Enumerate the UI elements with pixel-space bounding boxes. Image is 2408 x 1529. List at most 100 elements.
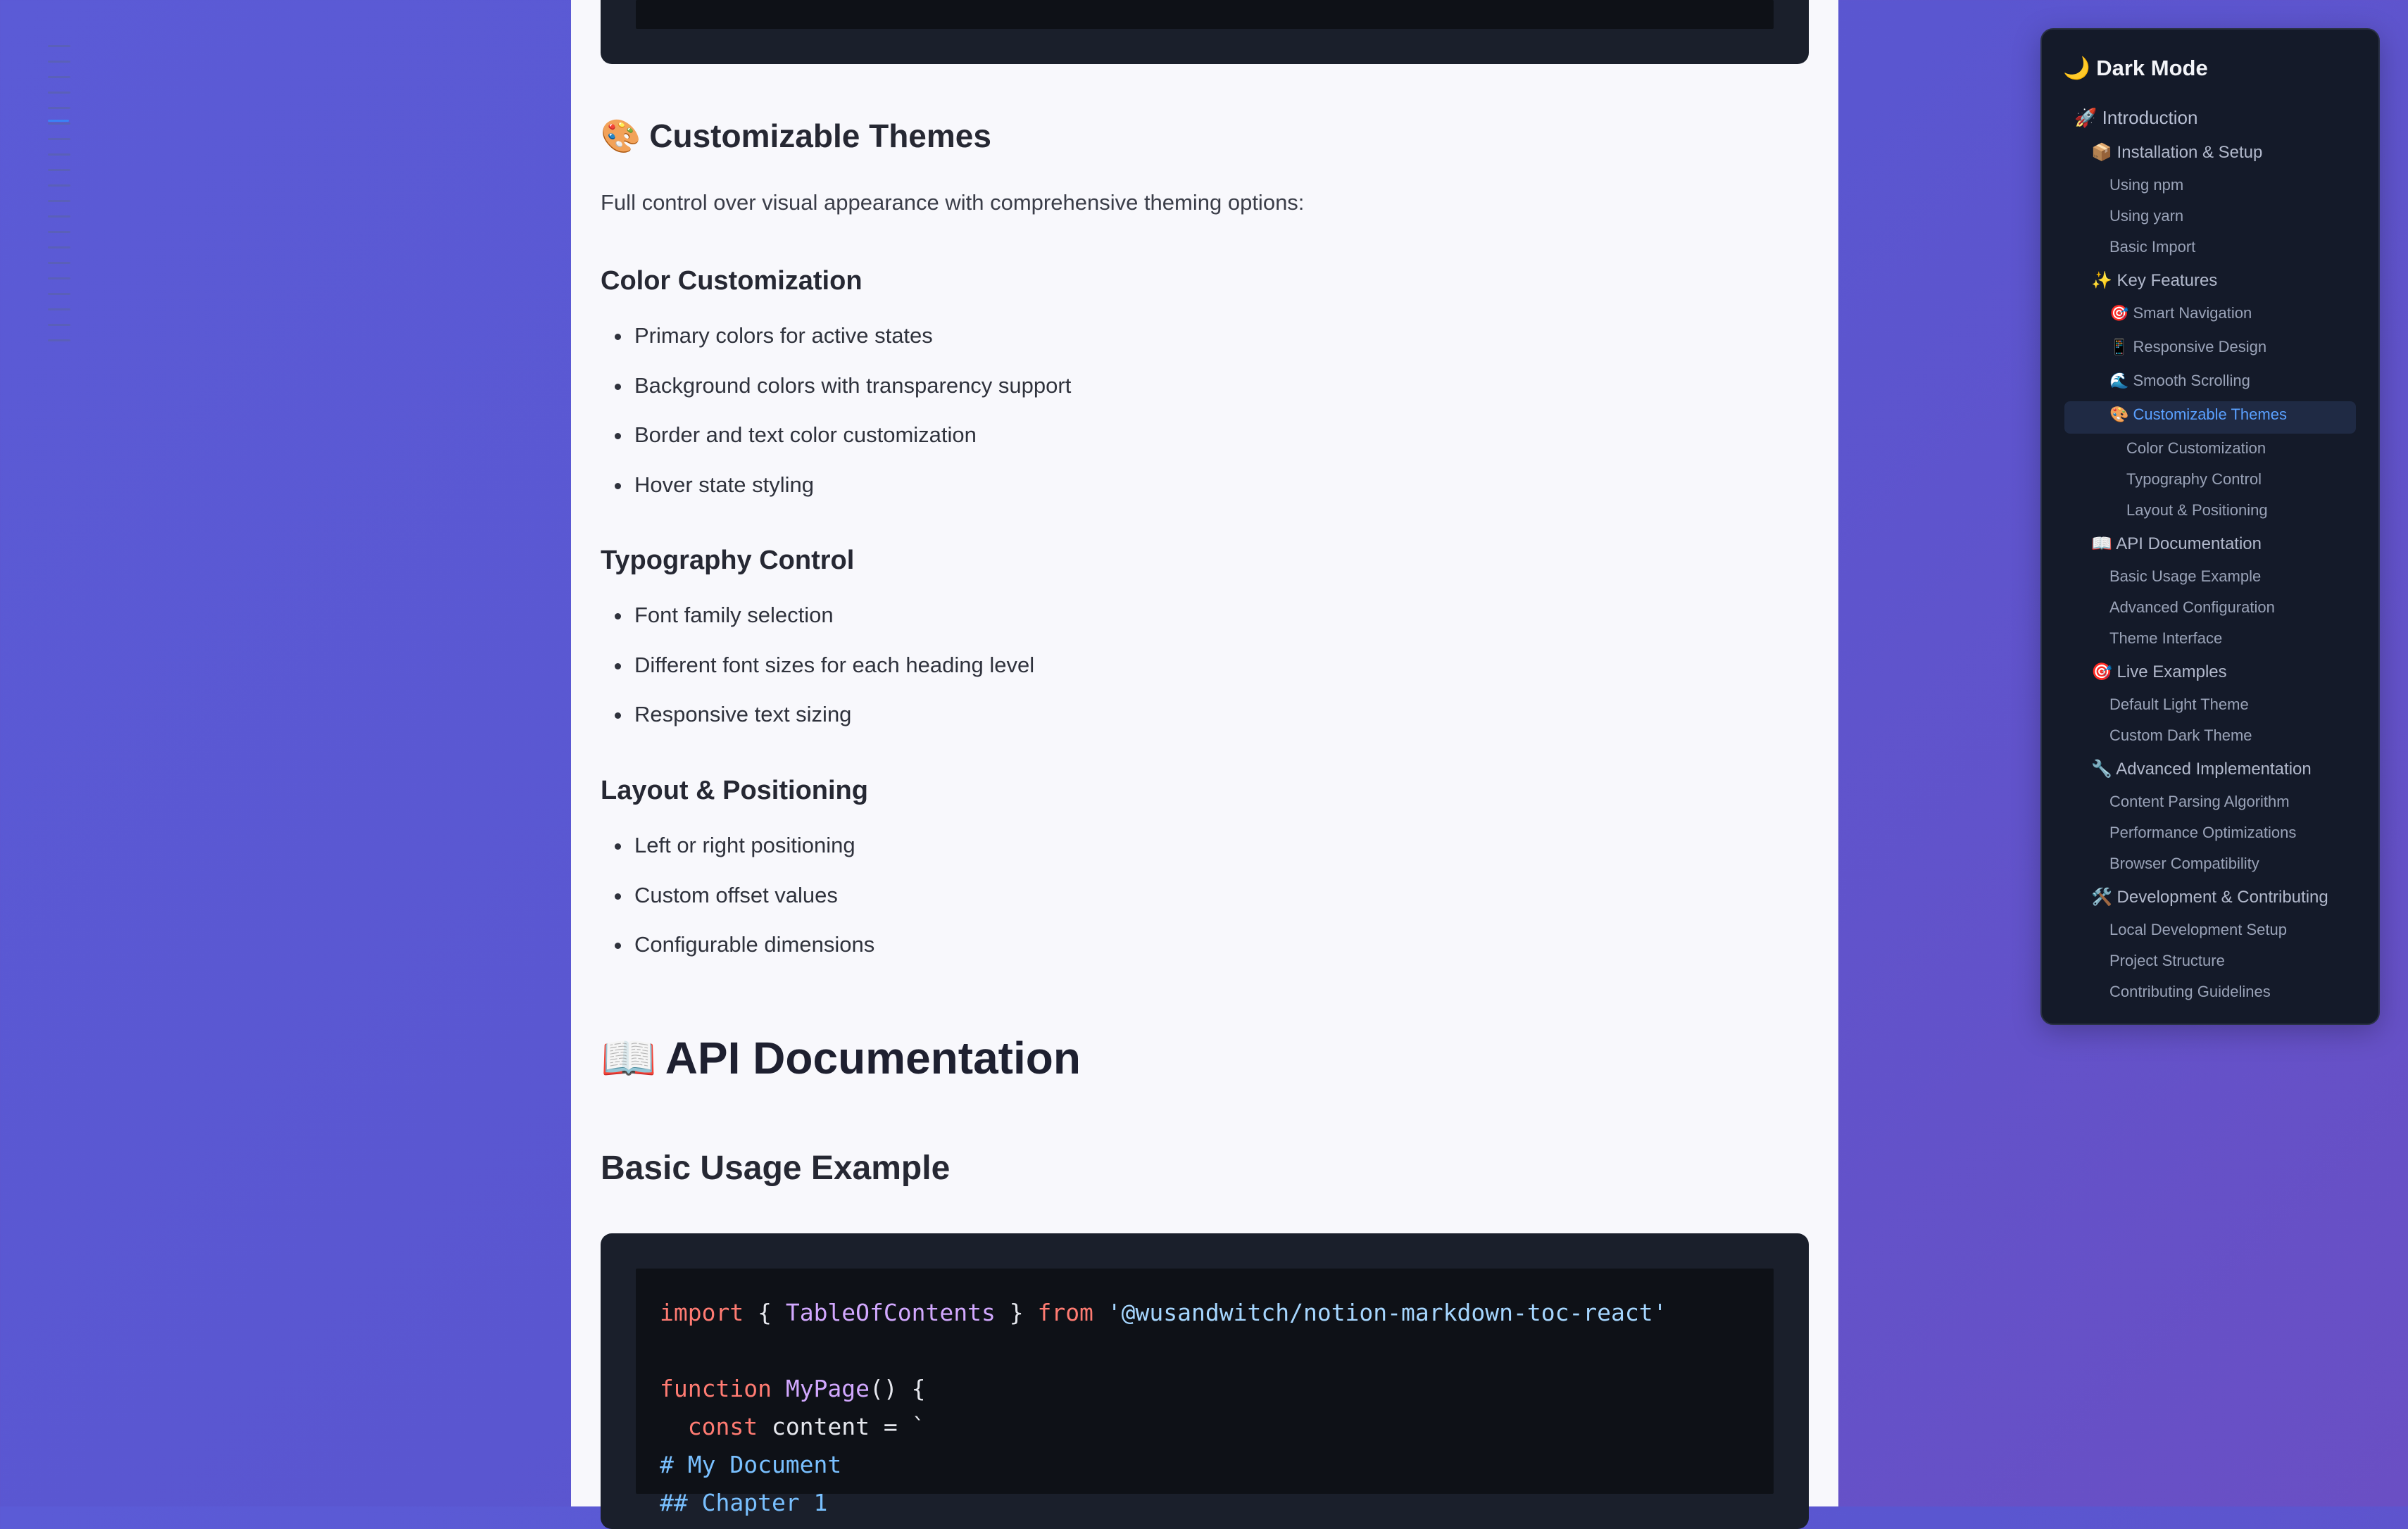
toc-item-basic-usage-example[interactable]: Basic Usage Example (2109, 567, 2261, 586)
toc-item-local-development[interactable]: Local Development Setup (2109, 921, 2287, 939)
heading-layout-positioning: Layout & Positioning (601, 776, 868, 805)
toc-title: 🌙 Dark Mode (2063, 55, 2208, 81)
code-block-basic-usage: import { TableOfContents } from '@wusand… (601, 1233, 1809, 1529)
code-token: TableOfContents (785, 1299, 996, 1326)
toc-item-project-structure[interactable]: Project Structure (2109, 952, 2225, 970)
code-token: import (660, 1299, 744, 1326)
code-block-inner (636, 0, 1774, 29)
toc-item-content-parsing[interactable]: Content Parsing Algorithm (2109, 793, 2290, 811)
palette-icon: 🎨 (601, 118, 641, 154)
minimap-tick[interactable] (48, 262, 70, 264)
code-token: } (995, 1299, 1038, 1326)
minimap-tick[interactable] (48, 76, 70, 78)
color-list: Primary colors for active states Backgro… (601, 322, 1071, 520)
code-line: ## Chapter 1 (660, 1489, 828, 1516)
heading-api-documentation: 📖 API Documentation (601, 1032, 1081, 1085)
toc-item-using-npm[interactable]: Using npm (2109, 176, 2183, 194)
list-item: Different font sizes for each heading le… (601, 651, 1034, 701)
minimap-tick[interactable] (48, 61, 70, 63)
code-token: MyPage (771, 1375, 870, 1402)
minimap-tick[interactable] (48, 324, 70, 326)
toc-item-api-documentation[interactable]: 📖 API Documentation (2091, 534, 2262, 554)
layout-list: Left or right positioning Custom offset … (601, 831, 874, 981)
typography-list: Font family selection Different font siz… (601, 601, 1034, 750)
toc-panel: 🌙 Dark Mode 🚀 Introduction 📦 Installatio… (2040, 28, 2380, 1025)
toc-item-advanced-configuration[interactable]: Advanced Configuration (2109, 598, 2275, 617)
toc-item-default-light-theme[interactable]: Default Light Theme (2109, 696, 2249, 714)
minimap-tick[interactable] (48, 45, 70, 47)
code-token: function (660, 1375, 772, 1402)
heading-basic-usage-example: Basic Usage Example (601, 1150, 951, 1187)
themes-intro: Full control over visual appearance with… (601, 190, 1305, 215)
toc-item-custom-dark-theme[interactable]: Custom Dark Theme (2109, 726, 2252, 745)
list-item: Background colors with transparency supp… (601, 372, 1071, 422)
document-page: 🎨 Customizable Themes Full control over v… (571, 0, 1838, 1529)
toc-item-customizable-themes[interactable]: 🎨 Customizable Themes (2109, 405, 2287, 424)
list-item: Responsive text sizing (601, 700, 1034, 750)
minimap-tick[interactable] (48, 231, 70, 233)
list-item: Configurable dimensions (601, 931, 874, 981)
minimap-tick[interactable] (48, 339, 70, 341)
code-line: const content = ` (660, 1408, 1750, 1446)
minimap-tick[interactable] (48, 246, 70, 248)
code-line: function MyPage() { (660, 1370, 1750, 1408)
toc-item-browser-compatibility[interactable]: Browser Compatibility (2109, 855, 2259, 873)
list-item: Primary colors for active states (601, 322, 1071, 372)
minimap-tick[interactable] (48, 92, 70, 94)
toc-item-contributing-guidelines[interactable]: Contributing Guidelines (2109, 983, 2271, 1001)
code-line: import { TableOfContents } from '@wusand… (660, 1294, 1750, 1332)
toc-item-development[interactable]: 🛠️ Development & Contributing (2091, 887, 2328, 907)
toc-item-introduction[interactable]: 🚀 Introduction (2074, 107, 2197, 129)
list-item: Custom offset values (601, 881, 874, 931)
code-token: '@wusandwitch/notion-markdown-toc-react' (1093, 1299, 1667, 1326)
minimap-tick[interactable] (48, 107, 70, 109)
toc-item-smooth-scrolling[interactable]: 🌊 Smooth Scrolling (2109, 372, 2250, 390)
toc-item-layout-positioning[interactable]: Layout & Positioning (2126, 501, 2268, 520)
heading-text: API Documentation (665, 1033, 1081, 1083)
toc-item-color-customization[interactable]: Color Customization (2126, 439, 2266, 458)
toc-item-installation[interactable]: 📦 Installation & Setup (2091, 142, 2262, 163)
heading-typography-control: Typography Control (601, 546, 855, 575)
minimap-tick[interactable] (48, 184, 70, 187)
book-icon: 📖 (601, 1033, 657, 1083)
minimap-rail[interactable] (48, 45, 75, 341)
code-token: { (744, 1299, 786, 1326)
toc-item-live-examples[interactable]: 🎯 Live Examples (2091, 662, 2227, 682)
toc-title-text: Dark Mode (2096, 56, 2208, 80)
minimap-tick[interactable] (48, 200, 70, 202)
code-token: content = ` (758, 1413, 926, 1440)
code-token: () { (870, 1375, 926, 1402)
minimap-tick[interactable] (48, 153, 70, 156)
code-token: const (660, 1413, 758, 1440)
code-block-previous (601, 0, 1809, 64)
heading-customizable-themes: 🎨 Customizable Themes (601, 117, 991, 156)
code-token: from (1037, 1299, 1093, 1326)
toc-item-typography-control[interactable]: Typography Control (2126, 470, 2262, 489)
list-item: Left or right positioning (601, 831, 874, 881)
moon-icon: 🌙 (2063, 56, 2090, 80)
minimap-tick[interactable] (48, 138, 70, 140)
minimap-tick[interactable] (48, 293, 70, 295)
heading-color-customization: Color Customization (601, 266, 863, 296)
minimap-tick[interactable] (48, 169, 70, 171)
code-line: # My Document (660, 1451, 842, 1478)
toc-item-key-features[interactable]: ✨ Key Features (2091, 270, 2217, 291)
minimap-tick[interactable] (48, 122, 70, 125)
minimap-tick[interactable] (48, 277, 70, 279)
minimap-tick[interactable] (48, 308, 70, 310)
toc-item-advanced-implementation[interactable]: 🔧 Advanced Implementation (2091, 759, 2312, 779)
list-item: Border and text color customization (601, 421, 1071, 471)
minimap-tick[interactable] (48, 215, 70, 218)
toc-item-performance[interactable]: Performance Optimizations (2109, 824, 2296, 842)
code-block-inner[interactable]: import { TableOfContents } from '@wusand… (636, 1269, 1774, 1516)
minimap-tick-active[interactable] (48, 120, 69, 122)
list-item: Hover state styling (601, 471, 1071, 521)
toc-item-basic-import[interactable]: Basic Import (2109, 238, 2195, 256)
toc-item-theme-interface[interactable]: Theme Interface (2109, 629, 2222, 648)
toc-item-smart-navigation[interactable]: 🎯 Smart Navigation (2109, 304, 2252, 322)
heading-text: Customizable Themes (649, 118, 991, 154)
list-item: Font family selection (601, 601, 1034, 651)
toc-item-responsive-design[interactable]: 📱 Responsive Design (2109, 338, 2266, 356)
toc-item-using-yarn[interactable]: Using yarn (2109, 207, 2183, 225)
